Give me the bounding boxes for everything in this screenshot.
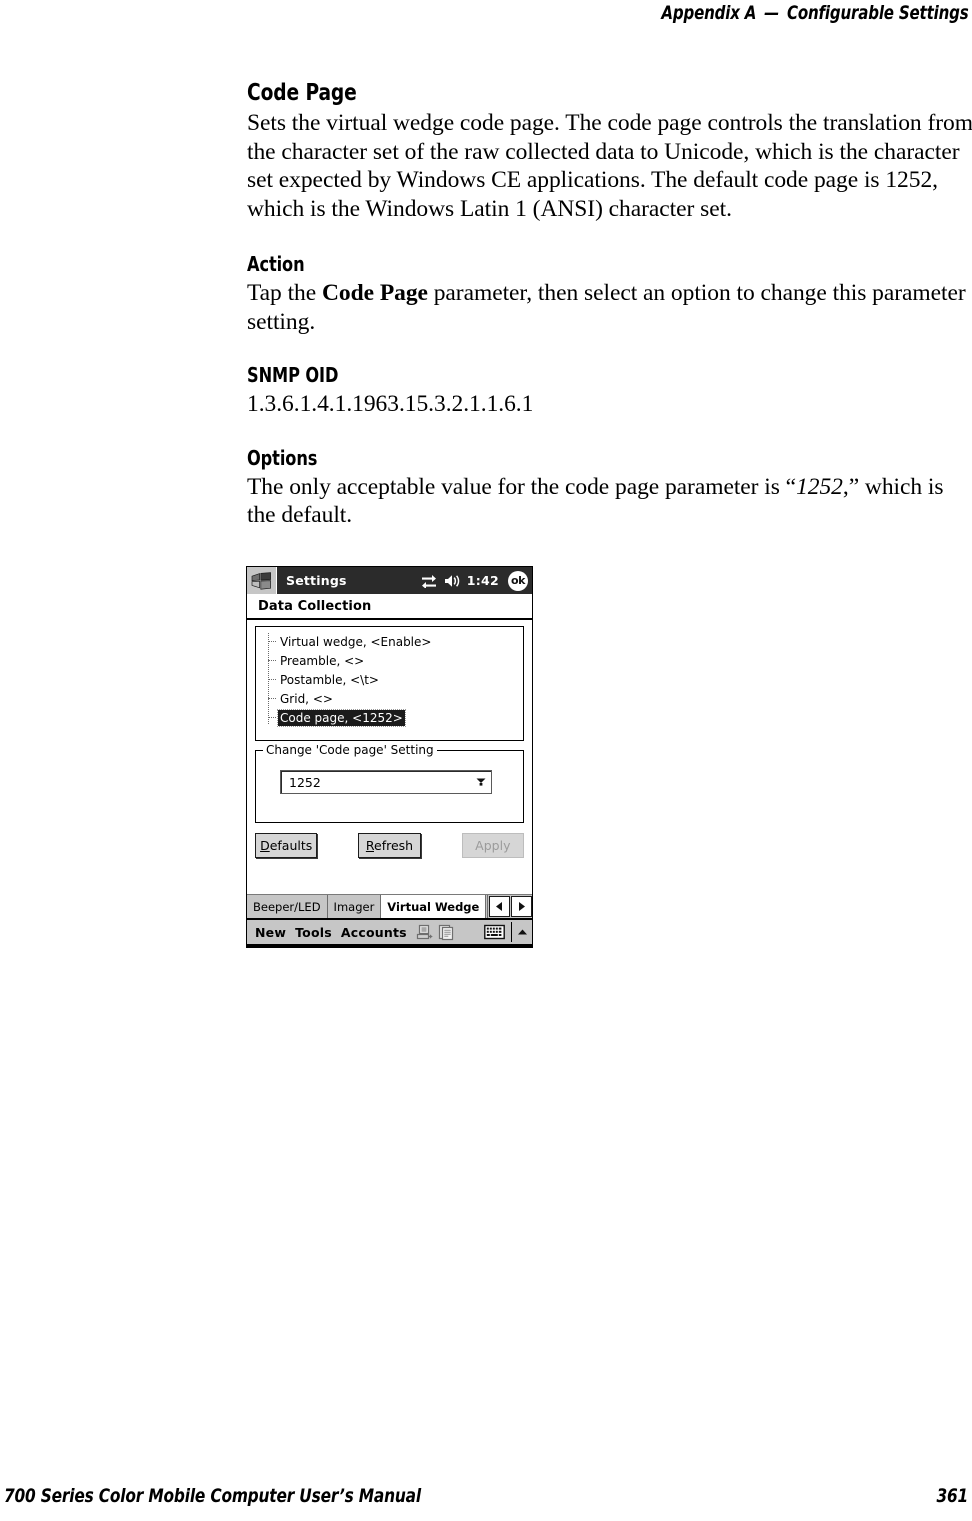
tree-item-label: Code page, <1252>	[277, 708, 406, 727]
tree-item-label: Grid, <>	[280, 691, 333, 706]
tab-nav	[487, 895, 532, 918]
pda-body: Virtual wedge, <Enable> Preamble, <> Pos…	[247, 620, 532, 858]
tree-item-code-page[interactable]: Code page, <1252>	[256, 708, 523, 727]
chevron-down-icon[interactable]	[471, 777, 491, 787]
connect-desktop-icon[interactable]	[416, 924, 433, 941]
tree-connector-icon	[268, 641, 276, 642]
heading-code-page: Code Page	[247, 80, 357, 106]
code-page-dropdown-value: 1252	[289, 774, 321, 790]
pda-status-icons: 1:42 ok	[421, 567, 528, 594]
running-head-appendix: Appendix A	[661, 2, 757, 24]
footer-page-number: 361	[936, 1485, 968, 1507]
tree-connector-icon	[268, 679, 276, 680]
page-footer: 700 Series Color Mobile Computer User’s …	[0, 1485, 972, 1507]
refresh-button[interactable]: Refresh	[358, 833, 421, 858]
heading-options: Options	[247, 445, 318, 470]
change-setting-legend: Change 'Code page' Setting	[263, 743, 437, 757]
right-arrow-icon[interactable]	[511, 896, 532, 917]
tree-item-label: Preamble, <>	[280, 653, 365, 668]
taskbar-menu-tools[interactable]: Tools	[295, 925, 332, 940]
options-text-before: The only acceptable value for the code p…	[247, 473, 797, 500]
windows-flag-icon	[251, 571, 271, 590]
snmp-oid-value: 1.3.6.1.4.1.1963.15.3.2.1.1.6.1	[247, 391, 534, 417]
pda-page-heading: Data Collection	[247, 594, 532, 620]
pda-taskbar: New Tools Accounts	[247, 918, 532, 947]
start-menu-button[interactable]	[247, 567, 277, 594]
paragraph-options: The only acceptable value for the code p…	[247, 473, 972, 530]
running-head: Appendix A — Configurable Settings	[117, 2, 972, 24]
options-emphasis: 1252	[796, 473, 843, 500]
tree-connector-icon	[268, 717, 276, 718]
pda-screenshot: Settings 1:42 ok Data Collection Virtual…	[246, 566, 533, 948]
running-head-title: Configurable Settings	[786, 2, 969, 24]
code-page-dropdown[interactable]: 1252	[280, 770, 492, 794]
connectivity-arrows-icon[interactable]	[421, 574, 437, 588]
pda-clock: 1:42	[466, 573, 499, 588]
action-text-before: Tap the	[247, 280, 322, 306]
keyboard-icon[interactable]	[484, 924, 505, 940]
tree-connector-icon	[268, 660, 276, 661]
tree-item-preamble[interactable]: Preamble, <>	[256, 651, 523, 670]
paragraph-code-page: Sets the virtual wedge code page. The co…	[247, 110, 972, 222]
taskbar-menu-new[interactable]: New	[255, 925, 286, 940]
running-head-separator: —	[764, 2, 780, 24]
refresh-accel: R	[365, 838, 374, 853]
speaker-icon[interactable]	[444, 574, 460, 588]
tree-item-virtual-wedge[interactable]: Virtual wedge, <Enable>	[256, 632, 523, 651]
heading-action: Action	[247, 252, 305, 276]
apply-button: Apply	[461, 833, 524, 858]
defaults-button[interactable]: Defaults	[255, 833, 318, 858]
action-emphasis: Code Page	[321, 280, 428, 306]
defaults-accel: D	[260, 838, 270, 853]
pda-window-title: Settings	[286, 573, 347, 588]
tab-imager[interactable]: Imager	[327, 895, 382, 918]
taskbar-divider	[511, 922, 512, 942]
chevron-up-icon[interactable]	[517, 928, 528, 936]
page-content: Code Page Sets the virtual wedge code pa…	[247, 80, 972, 530]
documents-icon[interactable]	[438, 924, 455, 941]
settings-tab-strip: Beeper/LED Imager Virtual Wedge	[247, 894, 532, 918]
change-setting-group: Change 'Code page' Setting 1252	[255, 743, 524, 823]
heading-snmp-oid: SNMP OID	[247, 363, 339, 387]
taskbar-menu-accounts[interactable]: Accounts	[341, 925, 407, 940]
footer-manual-title: 700 Series Color Mobile Computer User’s …	[4, 1485, 421, 1507]
tree-item-label: Postamble, <\t>	[280, 672, 379, 687]
settings-tree[interactable]: Virtual wedge, <Enable> Preamble, <> Pos…	[255, 626, 524, 741]
tree-item-label: Virtual wedge, <Enable>	[280, 634, 432, 649]
defaults-rest: efaults	[269, 838, 313, 853]
tab-beeper-led[interactable]: Beeper/LED	[247, 895, 328, 918]
left-arrow-icon[interactable]	[489, 896, 510, 917]
pda-title-bar: Settings 1:42 ok	[247, 567, 532, 594]
action-buttons: Defaults Refresh Apply	[255, 833, 524, 858]
tab-virtual-wedge[interactable]: Virtual Wedge	[381, 895, 487, 918]
tree-connector-icon	[268, 698, 276, 699]
refresh-rest: efresh	[374, 838, 414, 853]
ok-button[interactable]: ok	[508, 570, 528, 591]
tree-item-postamble[interactable]: Postamble, <\t>	[256, 670, 523, 689]
paragraph-action: Tap the Code Page parameter, then select…	[247, 279, 972, 336]
tree-item-grid[interactable]: Grid, <>	[256, 689, 523, 708]
taskbar-right	[484, 922, 532, 942]
